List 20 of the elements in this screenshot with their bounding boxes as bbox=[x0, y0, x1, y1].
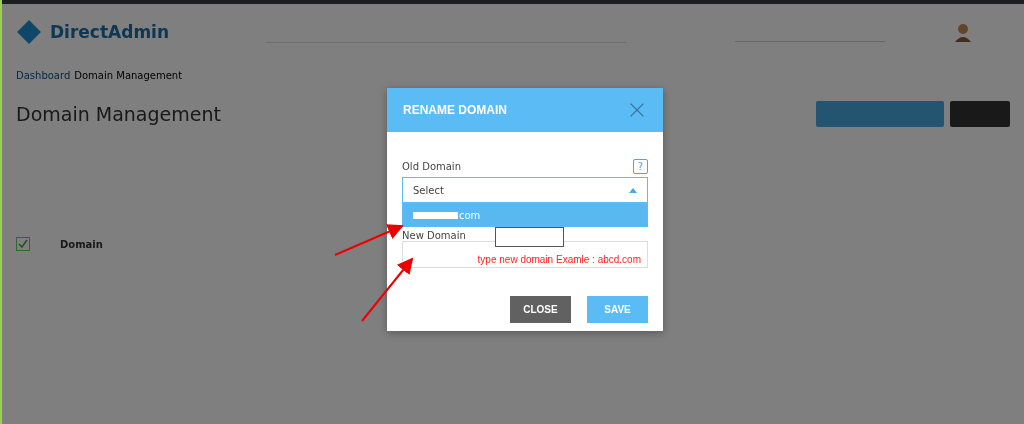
redaction-patch bbox=[495, 227, 564, 247]
page-title: Domain Management bbox=[16, 103, 221, 125]
breadcrumb-link[interactable]: Dashboard bbox=[16, 70, 71, 81]
close-icon[interactable] bbox=[629, 102, 645, 118]
column-header: Domain bbox=[60, 238, 103, 250]
avatar-icon bbox=[953, 22, 974, 42]
field-label: Old Domain bbox=[402, 161, 461, 172]
field-label: New Domain bbox=[402, 230, 466, 241]
caret-icon bbox=[629, 187, 637, 193]
help-button[interactable]: ? bbox=[633, 159, 648, 174]
close-button[interactable]: CLOSE bbox=[510, 296, 571, 323]
breadcrumb-item: Domain Management bbox=[74, 70, 183, 81]
logo[interactable]: DirectAdmin bbox=[50, 22, 170, 42]
dialog-title: RENAME DOMAIN bbox=[403, 103, 507, 117]
save-button[interactable]: SAVE bbox=[587, 296, 648, 323]
annotation-text: type new domain Examle : abcd.com bbox=[477, 254, 641, 265]
checkbox[interactable] bbox=[16, 237, 30, 251]
logo-icon bbox=[16, 19, 42, 45]
dropdown-option[interactable]: com bbox=[402, 203, 648, 227]
select-field[interactable]: Select bbox=[402, 177, 648, 203]
